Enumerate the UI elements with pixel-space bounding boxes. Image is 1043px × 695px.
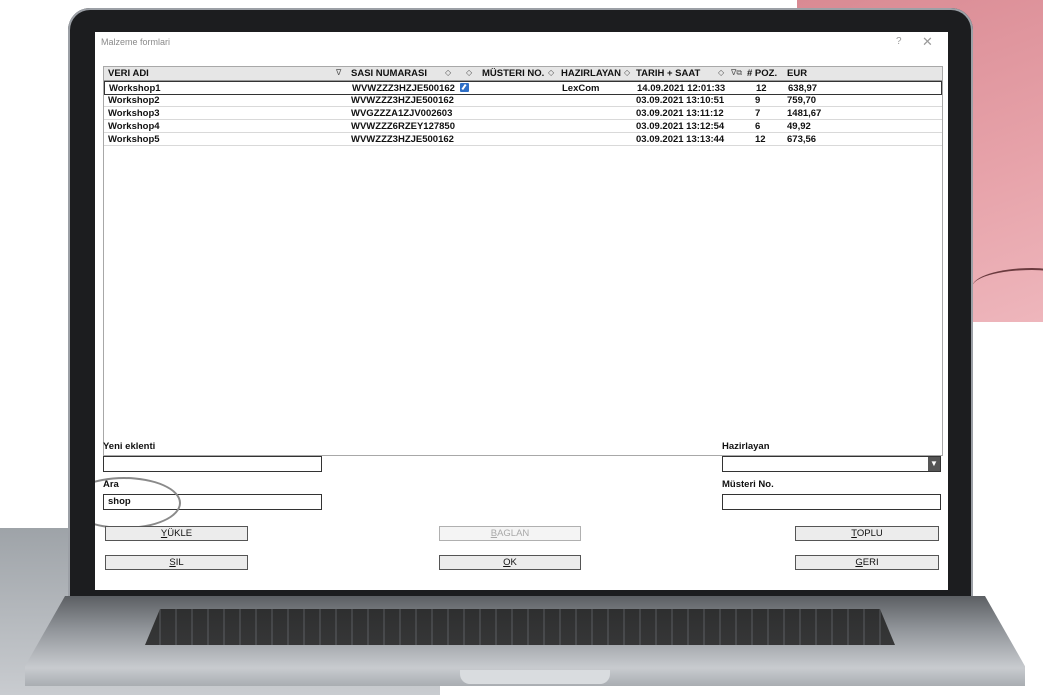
hazirlayan-select[interactable]: ▼ xyxy=(722,456,941,472)
chevron-down-icon[interactable]: ▼ xyxy=(928,457,940,471)
cell-poz: 6 xyxy=(755,121,761,132)
sort-icon-hazirlayan[interactable]: ◇ xyxy=(624,68,630,77)
highlight-annotation xyxy=(95,477,181,529)
sort-icon-veri-adi[interactable]: ∇ xyxy=(336,68,341,77)
cell-veri-adi: Workshop4 xyxy=(108,121,160,132)
col-header-hazirlayan[interactable]: HAZIRLAYAN xyxy=(561,68,621,79)
cell-veri-adi: Workshop3 xyxy=(108,108,160,119)
help-button[interactable]: ? xyxy=(896,36,902,47)
sort-icon-poz[interactable]: ∇⧉ xyxy=(731,68,742,78)
table-row[interactable]: Workshop4 WVWZZZ6RZEY127850 03.09.2021 1… xyxy=(104,120,942,133)
sort-icon-sasi[interactable]: ◇ xyxy=(445,68,451,77)
window-title: Malzeme formlari xyxy=(101,37,171,47)
musteri-no-input[interactable] xyxy=(722,494,941,510)
table-header: VERI ADI ∇ SASI NUMARASI ◇ ◇ MÜSTERI NO.… xyxy=(104,67,942,81)
cell-poz: 9 xyxy=(755,95,761,106)
cell-sasi: WVGZZZA1ZJV002603 xyxy=(351,108,453,119)
paper-scribble xyxy=(972,268,1043,300)
cell-poz: 7 xyxy=(755,108,761,119)
table-row[interactable]: Workshop2 WVWZZZ3HZJE500162 03.09.2021 1… xyxy=(104,94,942,107)
cell-tarih: 03.09.2021 13:12:54 xyxy=(636,121,725,132)
cell-veri-adi: Workshop2 xyxy=(108,95,160,106)
cell-eur: 673,56 xyxy=(787,134,817,145)
sil-button[interactable]: SIL xyxy=(105,555,248,570)
cell-veri-adi: Workshop1 xyxy=(109,83,161,94)
yeni-eklenti-input[interactable] xyxy=(103,456,322,472)
cell-tarih: 03.09.2021 13:11:12 xyxy=(636,108,724,119)
laptop-keyboard xyxy=(145,609,895,645)
col-header-musteri-no[interactable]: MÜSTERI NO. xyxy=(482,68,544,79)
yukle-button[interactable]: YÜKLE xyxy=(105,526,248,541)
table-row[interactable]: Workshop1 WVWZZZ3HZJE500162 LexCom 14.09… xyxy=(104,81,942,95)
sort-icon-tarih[interactable]: ◇ xyxy=(718,68,724,77)
cell-eur: 49,92 xyxy=(787,121,811,132)
close-button[interactable]: ✕ xyxy=(922,34,933,50)
cell-veri-adi: Workshop5 xyxy=(108,134,160,145)
data-table: VERI ADI ∇ SASI NUMARASI ◇ ◇ MÜSTERI NO.… xyxy=(103,66,943,456)
cell-sasi: WVWZZZ6RZEY127850 xyxy=(351,121,455,132)
cell-poz: 12 xyxy=(756,83,767,94)
ok-button[interactable]: OK xyxy=(439,555,581,570)
cell-sasi: WVWZZZ3HZJE500162 xyxy=(351,134,454,145)
cell-eur: 638,97 xyxy=(788,83,818,94)
title-bar: Malzeme formlari ? ✕ xyxy=(95,32,948,54)
cell-sasi: WVWZZZ3HZJE500162 xyxy=(351,95,454,106)
col-header-eur[interactable]: EUR xyxy=(787,68,807,79)
dialog-window: Malzeme formlari ? ✕ VERI ADI ∇ SASI NUM… xyxy=(95,32,948,590)
table-row[interactable]: Workshop5 WVWZZZ3HZJE500162 03.09.2021 1… xyxy=(104,133,942,146)
col-header-tarih-saat[interactable]: TARIH + SAAT xyxy=(636,68,700,79)
toplu-button[interactable]: TOPLU xyxy=(795,526,939,541)
cell-tarih: 03.09.2021 13:13:44 xyxy=(636,134,725,145)
musteri-no-label: Müsteri No. xyxy=(722,479,774,490)
cell-eur: 1481,67 xyxy=(787,108,822,119)
cell-hazirlayan: LexCom xyxy=(562,83,600,94)
sort-icon-musteri[interactable]: ◇ xyxy=(548,68,554,77)
geri-button[interactable]: GERI xyxy=(795,555,939,570)
table-row[interactable]: Workshop3 WVGZZZA1ZJV002603 03.09.2021 1… xyxy=(104,107,942,120)
cell-tarih: 14.09.2021 12:01:33 xyxy=(637,83,726,94)
cell-eur: 759,70 xyxy=(787,95,817,106)
cell-tarih: 03.09.2021 13:10:51 xyxy=(636,95,725,106)
col-header-veri-adi[interactable]: VERI ADI xyxy=(108,68,149,79)
yeni-eklenti-label: Yeni eklenti xyxy=(103,441,156,452)
edit-icon[interactable] xyxy=(460,83,469,92)
cell-poz: 12 xyxy=(755,134,766,145)
laptop-trackpad xyxy=(460,670,610,684)
hazirlayan-label: Hazirlayan xyxy=(722,441,770,452)
baglan-button[interactable]: BAGLAN xyxy=(439,526,581,541)
sort-icon-edit[interactable]: ◇ xyxy=(466,68,472,77)
col-header-poz[interactable]: # POZ. xyxy=(747,68,777,79)
col-header-sasi-numarasi[interactable]: SASI NUMARASI xyxy=(351,68,427,79)
cell-sasi: WVWZZZ3HZJE500162 xyxy=(352,83,455,94)
